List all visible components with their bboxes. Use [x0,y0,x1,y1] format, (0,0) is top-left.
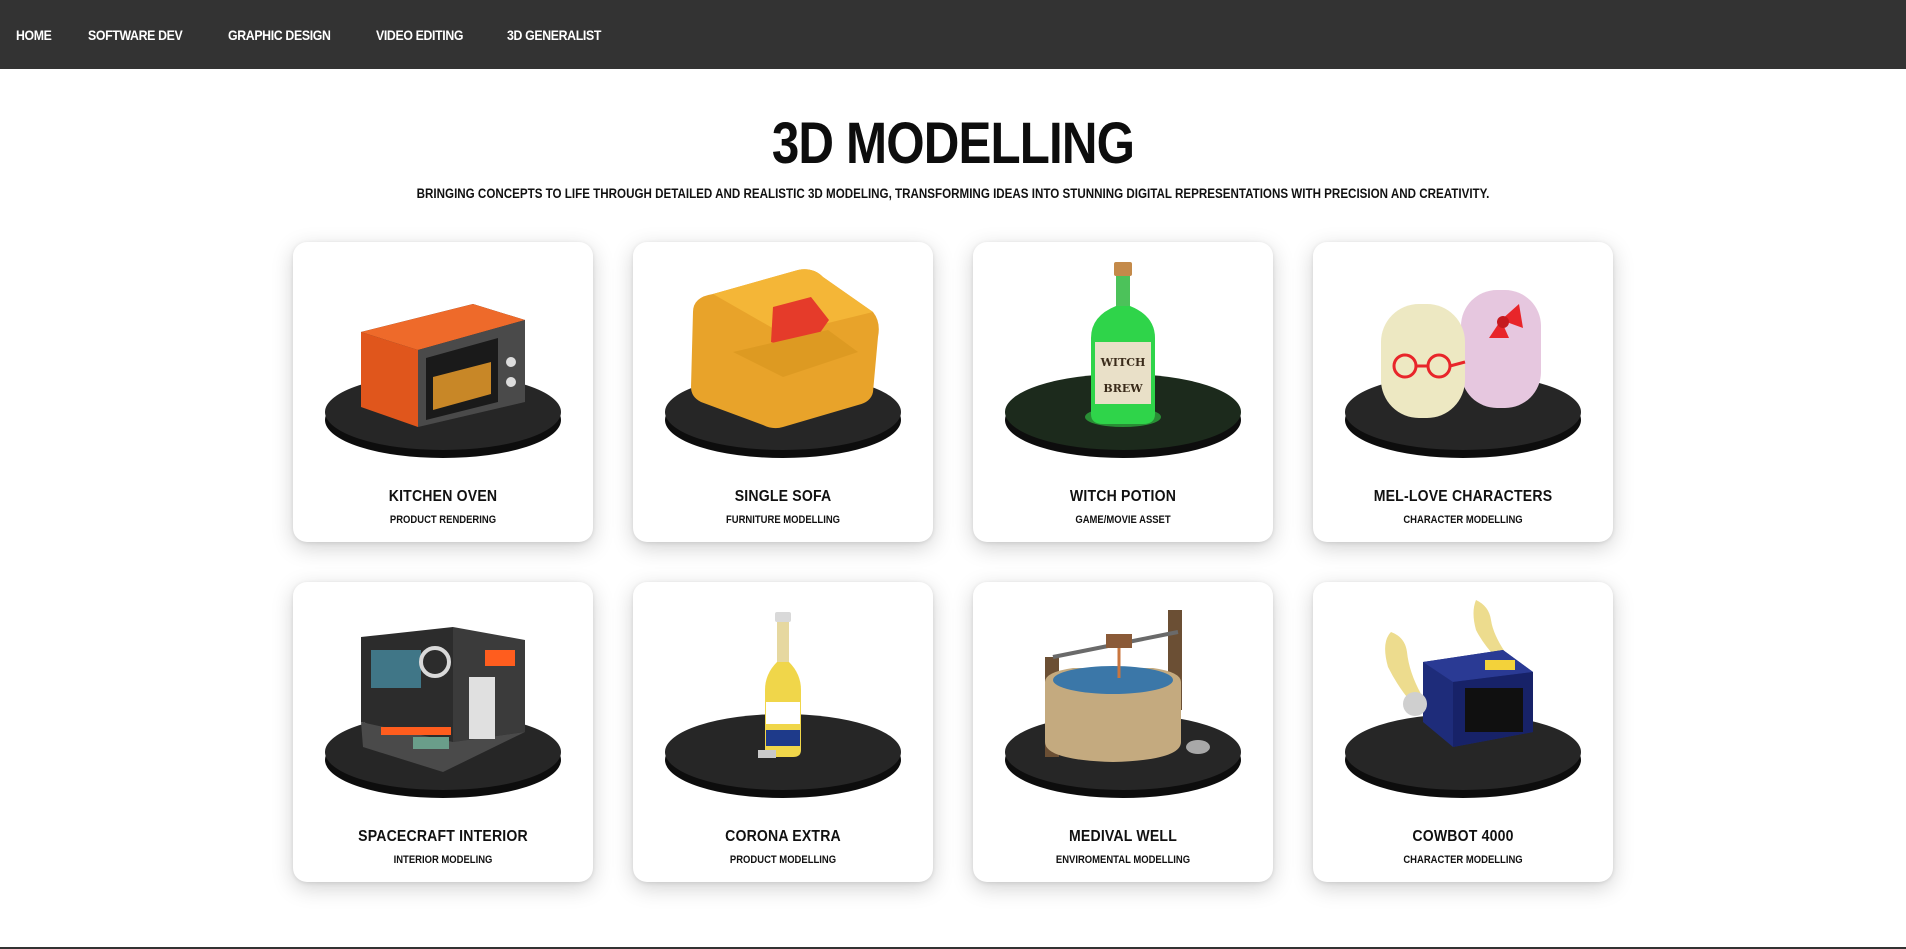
portfolio-card-mel-love-characters[interactable]: MEL-LOVE CHARACTERS CHARACTER MODELLING [1313,242,1613,542]
card-subtitle: PRODUCT MODELLING [729,854,837,866]
svg-text:WITCH: WITCH [1100,356,1146,369]
nav-video-editing[interactable]: VIDEO EDITING [376,27,464,43]
nav-3d-generalist[interactable]: 3D GENERALIST [507,27,601,43]
svg-text:BREW: BREW [1103,382,1143,395]
card-title: SINGLE SOFA [734,488,832,505]
nav-graphic-design[interactable]: GRAPHIC DESIGN [228,27,331,43]
cube-robot-icon [1345,600,1581,798]
card-title: SPACECRAFT INTERIOR [358,828,528,845]
card-title: WITCH POTION [1069,488,1177,505]
portfolio-card-corona-extra[interactable]: CORONA EXTRA PRODUCT MODELLING [633,582,933,882]
nav-home[interactable]: HOME [16,27,52,43]
page-subtitle: BRINGING CONCEPTS TO LIFE THROUGH DETAIL… [416,186,1490,201]
portfolio-card-cowbot-4000[interactable]: COWBOT 4000 CHARACTER MODELLING [1313,582,1613,882]
marshmallow-characters-icon [1345,290,1581,458]
stone-well-icon [1005,610,1241,798]
potion-bottle-icon: WITCH BREW [1005,262,1241,458]
portfolio-card-kitchen-oven[interactable]: KITCHEN OVEN PRODUCT RENDERING [293,242,593,542]
sofa-icon [665,269,901,458]
card-title: COWBOT 4000 [1412,828,1514,845]
card-subtitle: CHARACTER MODELLING [1403,854,1523,866]
spacecraft-room-icon [325,627,561,798]
page-title: 3D MODELLING [771,111,1135,176]
portfolio-grid: KITCHEN OVEN PRODUCT RENDERING SINGLE SO… [293,242,1613,882]
portfolio-card-single-sofa[interactable]: SINGLE SOFA FURNITURE MODELLING [633,242,933,542]
card-subtitle: GAME/MOVIE ASSET [1075,514,1171,526]
portfolio-card-spacecraft-interior[interactable]: SPACECRAFT INTERIOR INTERIOR MODELING [293,582,593,882]
card-subtitle: FURNITURE MODELLING [725,514,841,526]
card-title: MEL-LOVE CHARACTERS [1373,488,1553,505]
nav-software-dev[interactable]: SOFTWARE DEV [88,27,183,43]
card-title: MEDIVAL WELL [1069,828,1177,845]
card-title: CORONA EXTRA [725,828,841,845]
card-subtitle: CHARACTER MODELLING [1403,514,1523,526]
card-subtitle: INTERIOR MODELING [393,854,493,866]
portfolio-card-witch-potion[interactable]: WITCH BREW WITCH POTION GAME/MOVIE ASSET [973,242,1273,542]
beer-bottle-icon [665,612,901,798]
top-navigation: HOME SOFTWARE DEV GRAPHIC DESIGN VIDEO E… [0,0,1906,69]
oven-icon [325,304,561,458]
card-title: KITCHEN OVEN [388,488,498,505]
card-subtitle: ENVIROMENTAL MODELLING [1055,854,1191,866]
card-subtitle: PRODUCT RENDERING [389,514,497,526]
portfolio-card-medival-well[interactable]: MEDIVAL WELL ENVIROMENTAL MODELLING [973,582,1273,882]
